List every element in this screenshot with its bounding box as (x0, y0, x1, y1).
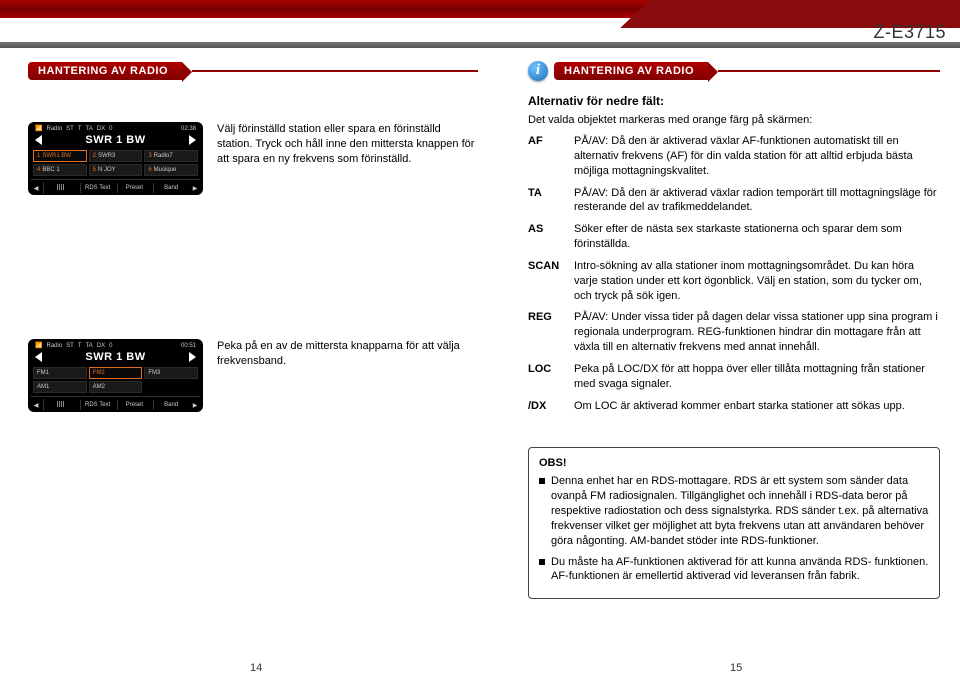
obs-box: OBS! Denna enhet har en RDS-mottagare. R… (528, 447, 940, 600)
eq-icon[interactable] (43, 182, 78, 194)
status-zero: 0 (109, 126, 112, 132)
section-title-right: HANTERING AV RADIO (554, 62, 708, 80)
status-dx: DX (97, 126, 105, 132)
status-zero: 0 (109, 343, 112, 349)
status-st: ST (66, 126, 74, 132)
foot-left-arrow[interactable]: ◀ (31, 185, 41, 192)
foot-btn-3[interactable]: Band (153, 183, 188, 193)
device-screenshot-1: 📶 Radio ST T TA DX 0 02:38 SWR 1 BW 1SWR… (28, 122, 203, 195)
device-screenshot-2: 📶 Radio ST T TA DX 0 00:51 SWR 1 BW FM1F… (28, 339, 203, 412)
page-left: HANTERING AV RADIO 📶 Radio ST T TA DX 0 … (28, 60, 478, 436)
def-term: SCAN (528, 259, 574, 304)
preset-cell[interactable]: 3Radio7 (144, 150, 198, 162)
prev-icon[interactable] (35, 352, 42, 362)
prev-icon[interactable] (35, 135, 42, 145)
decor-red-bar (0, 0, 960, 18)
def-term: AF (528, 134, 574, 179)
def-term: LOC (528, 362, 574, 392)
band-cell[interactable]: AM1 (33, 381, 87, 393)
obs-item: Denna enhet har en RDS-mottagare. RDS är… (539, 474, 929, 548)
page-number-right: 15 (730, 662, 742, 674)
model-code: Z-E3715 (873, 22, 946, 43)
row-shot1: 📶 Radio ST T TA DX 0 02:38 SWR 1 BW 1SWR… (28, 122, 478, 209)
foot-right-arrow[interactable]: ▶ (190, 185, 200, 192)
foot-btn-2[interactable]: Preset (117, 400, 152, 410)
foot-btn-1[interactable]: RDS Text (80, 400, 115, 410)
page-right: i HANTERING AV RADIO Alternativ för nedr… (528, 60, 940, 599)
def-text: Om LOC är aktiverad kommer enbart starka… (574, 399, 940, 414)
section-rule (718, 70, 940, 72)
eq-icon[interactable] (43, 399, 78, 411)
decor-gray-bar (0, 42, 960, 48)
desc-shot1: Välj förinställd station eller spara en … (217, 122, 478, 167)
status-time: 02:38 (181, 126, 196, 132)
status-radio: Radio (46, 126, 62, 132)
station-title: SWR 1 BW (85, 351, 145, 363)
def-row: SCANIntro-sökning av alla stationer inom… (528, 259, 940, 304)
page-number-left: 14 (250, 662, 262, 674)
def-term: REG (528, 310, 574, 355)
def-row: AFPÅ/AV: Då den är aktiverad växlar AF-f… (528, 134, 940, 179)
antenna-icon: 📶 (35, 125, 42, 132)
foot-btn-1[interactable]: RDS Text (80, 183, 115, 193)
band-cell[interactable]: FM3 (144, 367, 198, 379)
def-text: Söker efter de nästa sex starkaste stati… (574, 222, 940, 252)
status-dx: DX (97, 343, 105, 349)
def-text: Peka på LOC/DX för att hoppa över eller … (574, 362, 940, 392)
def-row: REGPÅ/AV: Under vissa tider på dagen del… (528, 310, 940, 355)
def-text: Intro-sökning av alla stationer inom mot… (574, 259, 940, 304)
antenna-icon: 📶 (35, 342, 42, 349)
preset-cell[interactable]: 5N JOY (89, 164, 143, 176)
preset-cell[interactable]: 1SWR1 BW (33, 150, 87, 162)
t-icon: T (78, 343, 82, 349)
def-row: ASSöker efter de nästa sex starkaste sta… (528, 222, 940, 252)
preset-cell[interactable]: 4BBC 1 (33, 164, 87, 176)
def-term: AS (528, 222, 574, 252)
desc-shot2: Peka på en av de mittersta knapparna för… (217, 339, 478, 369)
obs-title: OBS! (539, 456, 929, 471)
info-icon: i (528, 61, 548, 81)
preset-cell[interactable]: 2SWR3 (89, 150, 143, 162)
band-cell[interactable]: AM2 (89, 381, 143, 393)
def-term: /DX (528, 399, 574, 414)
section-rule (192, 70, 478, 72)
def-text: PÅ/AV: Under vissa tider på dagen delar … (574, 310, 940, 355)
definitions-list: AFPÅ/AV: Då den är aktiverad växlar AF-f… (528, 134, 940, 421)
intro-text: Det valda objektet markeras med orange f… (528, 114, 940, 126)
station-title: SWR 1 BW (85, 134, 145, 146)
def-text: PÅ/AV: Då den är aktiverad växlar AF-fun… (574, 134, 940, 179)
foot-btn-2[interactable]: Preset (117, 183, 152, 193)
next-icon[interactable] (189, 135, 196, 145)
sub-heading: Alternativ för nedre fält: (528, 94, 940, 108)
def-term: TA (528, 186, 574, 216)
preset-cell[interactable]: 6Musique (144, 164, 198, 176)
foot-right-arrow[interactable]: ▶ (190, 402, 200, 409)
row-shot2: 📶 Radio ST T TA DX 0 00:51 SWR 1 BW FM1F… (28, 339, 478, 426)
status-time: 00:51 (181, 343, 196, 349)
foot-btn-3[interactable]: Band (153, 400, 188, 410)
section-header-left: HANTERING AV RADIO (28, 60, 478, 82)
section-title-left: HANTERING AV RADIO (28, 62, 182, 80)
def-row: LOCPeka på LOC/DX för att hoppa över ell… (528, 362, 940, 392)
status-st: ST (66, 343, 74, 349)
status-radio: Radio (46, 343, 62, 349)
band-cell[interactable]: FM2 (89, 367, 143, 379)
def-text: PÅ/AV: Då den är aktiverad växlar radion… (574, 186, 940, 216)
def-row: TAPÅ/AV: Då den är aktiverad växlar radi… (528, 186, 940, 216)
foot-left-arrow[interactable]: ◀ (31, 402, 41, 409)
status-ta: TA (86, 343, 93, 349)
section-header-right: i HANTERING AV RADIO (528, 60, 940, 82)
def-row: /DXOm LOC är aktiverad kommer enbart sta… (528, 399, 940, 414)
next-icon[interactable] (189, 352, 196, 362)
t-icon: T (78, 126, 82, 132)
band-cell[interactable]: FM1 (33, 367, 87, 379)
status-ta: TA (86, 126, 93, 132)
obs-item: Du måste ha AF-funktionen aktiverad för … (539, 555, 929, 585)
